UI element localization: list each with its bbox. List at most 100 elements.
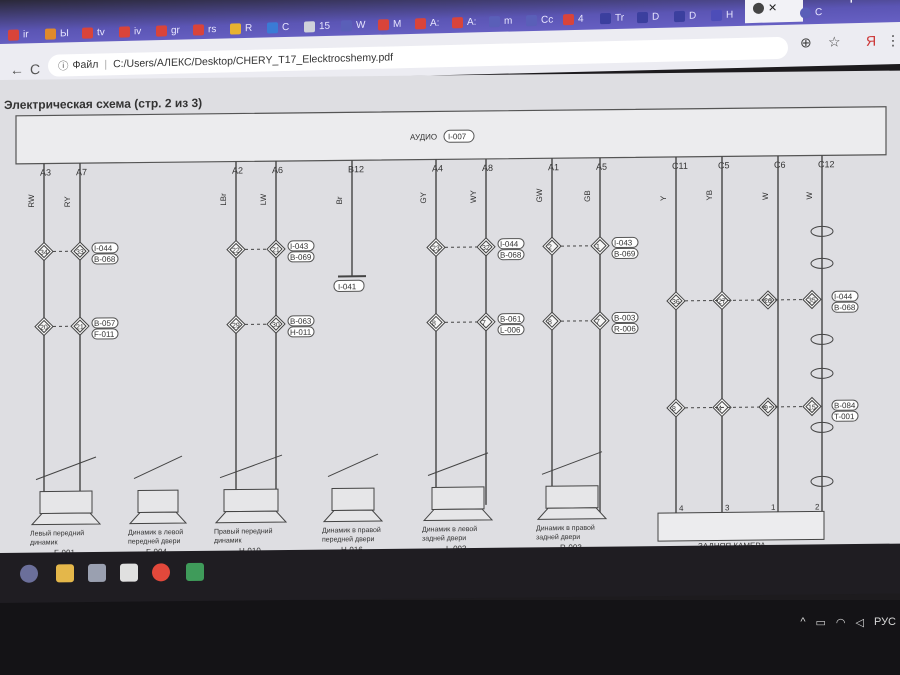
tab-favicon-icon	[45, 27, 56, 40]
browser-tab[interactable]: Tr	[600, 7, 624, 30]
menu-icon[interactable]: ⋮	[886, 32, 900, 49]
ground-code: I-041	[338, 282, 357, 291]
active-tab[interactable]: ✕	[745, 0, 803, 24]
connector-code: B-084	[834, 401, 856, 410]
start-icon[interactable]	[20, 564, 38, 583]
tab-label: W	[356, 19, 366, 31]
speaker-label: задней двери	[536, 533, 580, 541]
close-tab-icon[interactable]: ✕	[768, 1, 777, 14]
new-tab-button[interactable]: +	[846, 0, 857, 9]
devices-icon[interactable]	[88, 563, 106, 583]
tab-label: R	[245, 22, 253, 34]
browser-tab[interactable]: W	[341, 14, 365, 37]
browser-tab[interactable]: 15	[304, 15, 330, 38]
connector-pin-number: 27	[718, 298, 726, 305]
connector-pin-number: 33	[76, 249, 84, 256]
speaker-cone	[322, 509, 384, 523]
browser-tab[interactable]: Cc	[526, 9, 553, 32]
tab-label: D	[652, 11, 660, 23]
browser-tab[interactable]: rs	[193, 18, 216, 41]
language-indicator[interactable]: РУС	[874, 616, 896, 628]
browser-tab[interactable]: A:	[415, 12, 439, 35]
browser-tab[interactable]: 4	[563, 8, 584, 31]
browser-tab[interactable]: C	[267, 16, 289, 39]
connector-pin-number: 2	[548, 244, 552, 251]
pin-label: A1	[548, 162, 559, 172]
connector-code: B-061	[500, 315, 522, 324]
connector-pin-number: 22	[232, 247, 240, 254]
browser-tab[interactable]: Ы	[45, 22, 69, 45]
address-bar[interactable]: ⓘ Файл | C:/Users/АЛЕКС/Desktop/CHERY_T1…	[48, 36, 788, 77]
info-icon[interactable]: ⓘ	[58, 58, 69, 73]
speaker-body	[331, 487, 375, 512]
speaker-label: Динамик в левой	[422, 525, 477, 534]
back-button[interactable]: ←	[10, 61, 24, 77]
browser-tab[interactable]: A:	[452, 11, 476, 34]
connector-pin-number: 4	[718, 405, 722, 412]
speaker-label: Динамик в левой	[128, 528, 183, 537]
speaker-body	[545, 485, 599, 509]
browser-tab[interactable]: D	[674, 5, 696, 28]
camera-pin-label: 4	[679, 504, 684, 513]
tab-favicon-icon	[800, 6, 811, 19]
tab-label: iv	[134, 25, 142, 37]
speaker-label: Динамик в правой	[536, 524, 595, 533]
connector-pin-number: 7	[596, 319, 600, 326]
wiring-diagram: АУДИО I-007 A3 A7 A2 A6 B12 A4 A8 A1 A5 C11 C5 C6 C12 R…	[15, 106, 887, 557]
pdf-page: Электрическая схема (стр. 2 из 3) АУДИО I…	[0, 70, 900, 558]
browser-tab[interactable]: C	[800, 1, 822, 24]
audio-unit-code: I-007	[448, 132, 467, 141]
browser-tab[interactable]: M	[378, 13, 401, 36]
tab-favicon-icon	[378, 18, 389, 30]
speaker-label: Правый передний	[214, 527, 273, 536]
yandex-browser-icon[interactable]	[120, 563, 138, 582]
tab-label: C	[282, 21, 290, 33]
wire-color-label: Br	[335, 196, 344, 204]
browser-tab[interactable]: D	[637, 6, 659, 29]
reload-button[interactable]: C	[30, 61, 40, 77]
connector-code: H-011	[290, 328, 312, 337]
connector-code: B-057	[94, 319, 116, 328]
connector-code: B-068	[500, 251, 522, 260]
tray-caret-icon[interactable]: ^	[800, 616, 805, 628]
speaker-cone	[128, 511, 188, 525]
bookmark-star-icon[interactable]: ☆	[828, 33, 841, 50]
browser-tab[interactable]: gr	[156, 19, 180, 42]
tab-favicon-icon	[156, 24, 167, 37]
address-separator: |	[104, 58, 108, 71]
tab-favicon-icon	[711, 9, 722, 21]
connector-code: I-043	[290, 242, 309, 251]
browser-tab[interactable]: iv	[119, 20, 141, 43]
speaker-label: передней двери	[322, 535, 375, 544]
chrome-icon[interactable]	[152, 563, 170, 582]
volume-icon[interactable]: ◁	[856, 616, 864, 629]
connector-pin-number: 35	[808, 297, 816, 304]
browser-tab[interactable]: H	[711, 4, 733, 27]
wire-color-label: GW	[535, 188, 544, 202]
tab-favicon-icon	[8, 28, 19, 41]
battery-icon[interactable]: ▭	[815, 616, 825, 629]
browser-tab[interactable]: R	[230, 17, 252, 40]
pin-label: A2	[232, 165, 243, 175]
connector-pin-number: 1	[596, 244, 600, 251]
explorer-icon[interactable]	[56, 564, 74, 583]
connector-pin-number: 30	[272, 322, 280, 329]
connector-pin-number: 34	[40, 249, 48, 256]
speaker-body	[137, 489, 179, 514]
connector-pin-number: 29	[232, 322, 240, 329]
connector-code: L-006	[500, 326, 521, 335]
pin-label: A6	[272, 165, 283, 175]
yandex-icon[interactable]: Я	[866, 33, 876, 49]
wifi-icon[interactable]: ◠	[836, 616, 846, 629]
zoom-icon[interactable]: ⊕	[800, 34, 812, 51]
tab-label: 15	[319, 20, 331, 32]
connector-pin-number: 36	[672, 299, 680, 306]
browser-tab[interactable]: tv	[82, 21, 105, 44]
tab-label: 4	[578, 13, 584, 25]
speaker-label: Левый передний	[30, 529, 84, 538]
address-url[interactable]: C:/Users/АЛЕКС/Desktop/CHERY_T17_Elecktr…	[113, 51, 393, 70]
app-icon[interactable]	[186, 562, 204, 582]
connector-code: F-011	[94, 330, 115, 339]
browser-tab[interactable]: m	[489, 10, 512, 33]
connector-pin-number: 26	[764, 298, 772, 305]
